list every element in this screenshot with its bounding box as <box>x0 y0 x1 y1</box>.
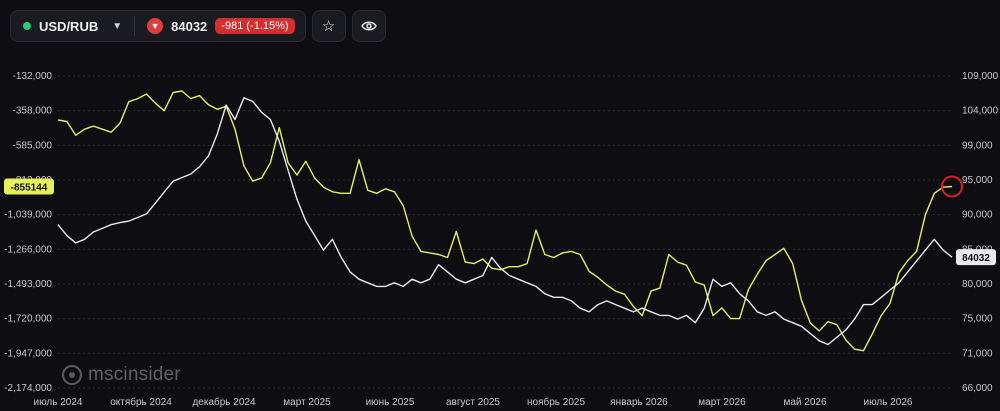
x-axis-tick-label: июль 2026 <box>864 397 913 408</box>
right-axis-tick-label: 104,000 <box>962 106 999 117</box>
x-axis-tick-label: октябрь 2024 <box>110 396 172 408</box>
x-axis-tick-label: май 2026 <box>783 397 826 408</box>
left-axis-tick-label: -358,000 <box>13 106 53 117</box>
favorite-button[interactable]: ☆ <box>311 10 346 42</box>
watch-button[interactable] <box>351 10 386 42</box>
x-axis-tick-label: ноябрь 2025 <box>527 396 585 408</box>
x-axis-tick-label: декабрь 2024 <box>192 396 256 408</box>
current-right-value-label: 84032 <box>962 253 990 264</box>
brand-logo-icon <box>62 365 82 385</box>
right-axis-tick-label: 71,000 <box>962 348 993 359</box>
right-axis-tick-label: 99,000 <box>962 140 993 151</box>
divider <box>134 16 136 36</box>
right-axis-tick-label: 90,000 <box>962 210 993 221</box>
left-axis-tick-label: -585,000 <box>13 140 53 151</box>
left-axis-tick-label: -1,493,000 <box>4 279 52 290</box>
watermark-text: mscinsider <box>88 364 181 385</box>
price-chart[interactable]: -132,000 109,000 -358,000 104,000 -585,000 99… <box>0 0 1000 411</box>
x-axis-tick-label: март 2026 <box>698 397 746 408</box>
right-axis-tick-label: 75,000 <box>962 314 993 325</box>
chart-panel: -132,000 109,000 -358,000 104,000 -585,000 99… <box>0 0 1000 411</box>
watermark: mscinsider <box>62 364 181 386</box>
status-dot-icon <box>23 22 31 30</box>
x-axis-tick-label: январь 2026 <box>610 397 668 408</box>
left-axis-tick-label: -132,000 <box>13 71 53 82</box>
right-axis-tick-label: 66,000 <box>962 383 993 394</box>
x-axis-tick-label: июнь 2025 <box>366 397 415 408</box>
current-price: 84032 <box>171 18 208 34</box>
right-axis-tick-label: 109,000 <box>962 71 999 82</box>
right-axis-series-line <box>57 97 953 346</box>
left-axis-series-line <box>57 90 953 352</box>
star-icon: ☆ <box>321 18 336 35</box>
toolbar: USD/RUB ▼ ▼ 84032 -981 (-1.15%) ☆ <box>10 10 386 42</box>
right-axis-tick-label: 80,000 <box>962 279 993 290</box>
x-axis-tick-label: март 2025 <box>283 397 331 408</box>
eye-icon <box>360 21 377 31</box>
left-axis-tick-label: -1,266,000 <box>4 244 52 255</box>
left-axis-tick-label: -1,039,000 <box>4 210 52 221</box>
chevron-down-icon: ▼ <box>112 20 123 32</box>
pair-selector[interactable]: USD/RUB ▼ ▼ 84032 -981 (-1.15%) <box>10 10 306 42</box>
left-axis-tick-label: -2,174,000 <box>4 383 52 394</box>
right-axis-tick-label: 95,000 <box>962 175 993 186</box>
pair-label: USD/RUB <box>39 18 99 34</box>
left-axis-tick-label: -1,947,000 <box>4 348 52 359</box>
left-axis-tick-label: -1,720,000 <box>4 314 52 325</box>
price-change-badge: -981 (-1.15%) <box>215 18 295 34</box>
x-axis-tick-label: июль 2024 <box>34 397 83 408</box>
x-axis-tick-label: август 2025 <box>446 397 500 408</box>
current-left-value-label: -855144 <box>11 182 48 193</box>
down-arrow-icon: ▼ <box>147 18 164 34</box>
